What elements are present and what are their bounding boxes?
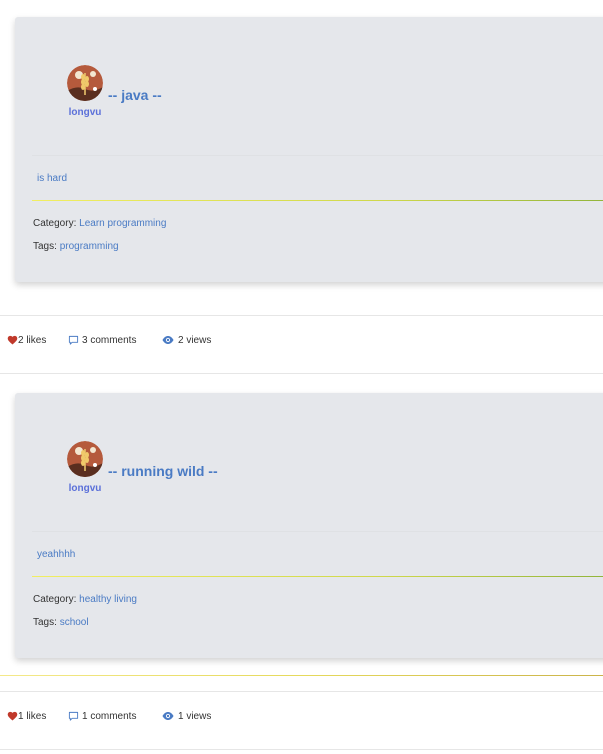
post-author[interactable]: longvu xyxy=(65,65,105,118)
post-tags: Tags: programming xyxy=(33,241,119,252)
category-link[interactable]: Learn programming xyxy=(79,218,166,229)
divider xyxy=(32,531,603,532)
avatar[interactable] xyxy=(67,441,103,477)
like-button[interactable]: 1 likes xyxy=(7,711,67,722)
like-button[interactable]: 2 likes xyxy=(7,335,67,346)
post-title[interactable]: -- running wild -- xyxy=(108,463,218,479)
tags-label: Tags: xyxy=(33,241,57,252)
views-count: 2 views xyxy=(178,334,212,346)
comments-link[interactable]: 3 comments xyxy=(68,335,162,346)
comment-icon[interactable] xyxy=(68,335,79,346)
author-name[interactable]: longvu xyxy=(61,483,109,494)
post-tags: Tags: school xyxy=(33,617,89,628)
post-content[interactable]: is hard xyxy=(37,173,67,184)
comments-link[interactable]: 1 comments xyxy=(68,711,162,722)
divider xyxy=(32,200,603,201)
post-author[interactable]: longvu xyxy=(65,441,105,494)
avatar[interactable] xyxy=(67,65,103,101)
eye-icon xyxy=(162,712,174,720)
comment-icon[interactable] xyxy=(68,711,79,722)
divider xyxy=(0,373,603,374)
category-label: Category: xyxy=(33,218,77,229)
likes-count: 1 likes xyxy=(18,710,47,722)
post-title[interactable]: -- java -- xyxy=(108,87,162,103)
heart-icon[interactable] xyxy=(7,335,18,345)
category-link[interactable]: healthy living xyxy=(79,594,137,605)
post-stats: 2 likes 3 comments 2 views xyxy=(7,333,211,347)
post-feed: longvu -- java -- is hard Category: Lear… xyxy=(0,0,603,754)
post-stats: 1 likes 1 comments 1 views xyxy=(7,709,211,723)
divider xyxy=(0,315,603,316)
divider xyxy=(32,155,603,156)
views-indicator: 2 views xyxy=(162,335,211,346)
tags-label: Tags: xyxy=(33,617,57,628)
tag-link[interactable]: programming xyxy=(60,241,119,252)
views-indicator: 1 views xyxy=(162,711,211,722)
divider xyxy=(0,691,603,692)
tag-link[interactable]: school xyxy=(60,617,89,628)
post-category: Category: Learn programming xyxy=(33,218,166,229)
post-content[interactable]: yeahhhh xyxy=(37,549,75,560)
comments-count: 1 comments xyxy=(82,710,137,722)
post-card: longvu -- java -- is hard Category: Lear… xyxy=(15,17,603,282)
eye-icon xyxy=(162,336,174,344)
post-card: longvu -- running wild -- yeahhhh Catego… xyxy=(15,393,603,658)
divider xyxy=(0,675,603,676)
divider xyxy=(0,749,603,750)
author-name[interactable]: longvu xyxy=(61,107,109,118)
heart-icon[interactable] xyxy=(7,711,18,721)
comments-count: 3 comments xyxy=(82,334,137,346)
divider xyxy=(32,576,603,577)
category-label: Category: xyxy=(33,594,77,605)
post-category: Category: healthy living xyxy=(33,594,137,605)
likes-count: 2 likes xyxy=(18,334,47,346)
views-count: 1 views xyxy=(178,710,212,722)
